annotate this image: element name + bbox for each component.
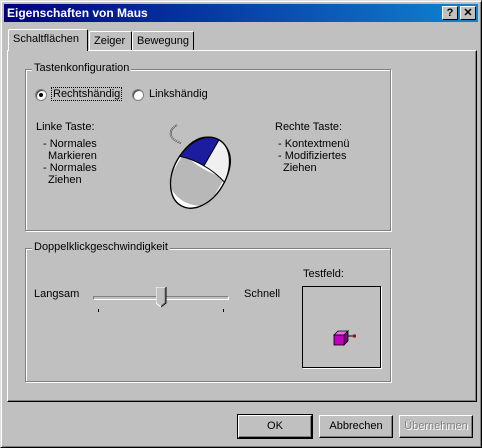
test-field[interactable] [302,286,381,368]
help-button[interactable]: ? [442,6,458,20]
right-button-actions: - Kontextmenü - Modifiziertes Ziehen [278,138,350,174]
tab-zeiger[interactable]: Zeiger [89,31,132,51]
action-item: Markieren [48,150,97,162]
test-field-label: Testfeld: [303,268,344,280]
mouse-properties-dialog: Eigenschaften von Maus ? ✕ Schaltflächen… [0,0,482,448]
radio-selected-dot [39,93,43,97]
right-handed-radio[interactable] [35,89,47,101]
tab-schaltflaechen[interactable]: Schaltflächen [8,29,88,51]
close-button[interactable]: ✕ [460,6,476,20]
left-button-actions: - Normales Markieren - Normales Ziehen [43,138,97,186]
tab-label: Bewegung [137,35,189,47]
slider-tick [223,309,224,312]
left-button-title: Linke Taste: [36,121,95,133]
left-handed-radio[interactable] [132,89,144,101]
right-handed-label[interactable]: Rechtshändig [50,87,123,101]
double-click-slider-thumb[interactable] [155,286,167,308]
mouse-icon [167,124,231,209]
left-handed-label[interactable]: Linkshändig [149,88,208,100]
action-item: - Normales [43,138,97,150]
ok-button[interactable]: OK [237,414,313,439]
window-title: Eigenschaften von Maus [7,6,148,20]
title-bar[interactable]: Eigenschaften von Maus ? ✕ [4,4,478,22]
apply-button[interactable]: Übernehmen [399,415,473,438]
jack-in-the-box-icon[interactable] [332,329,358,349]
cancel-button[interactable]: Abbrechen [319,415,393,438]
slider-tick [98,309,99,312]
tab-label: Schaltflächen [13,33,80,45]
double-click-group-label: Doppelklickgeschwindigkeit [32,241,170,253]
action-item: - Normales [43,162,97,174]
action-item: - Modifiziertes [278,150,347,162]
action-item: Ziehen [48,174,82,186]
fast-label: Schnell [244,288,281,300]
tab-bewegung[interactable]: Bewegung [132,31,194,51]
action-item: Ziehen [283,162,317,174]
button-config-group-label: Tastenkonfiguration [32,62,132,74]
tab-label: Zeiger [94,35,126,47]
right-button-title: Rechte Taste: [275,121,343,133]
slow-label: Langsam [34,288,80,300]
action-item: - Kontextmenü [278,138,350,150]
